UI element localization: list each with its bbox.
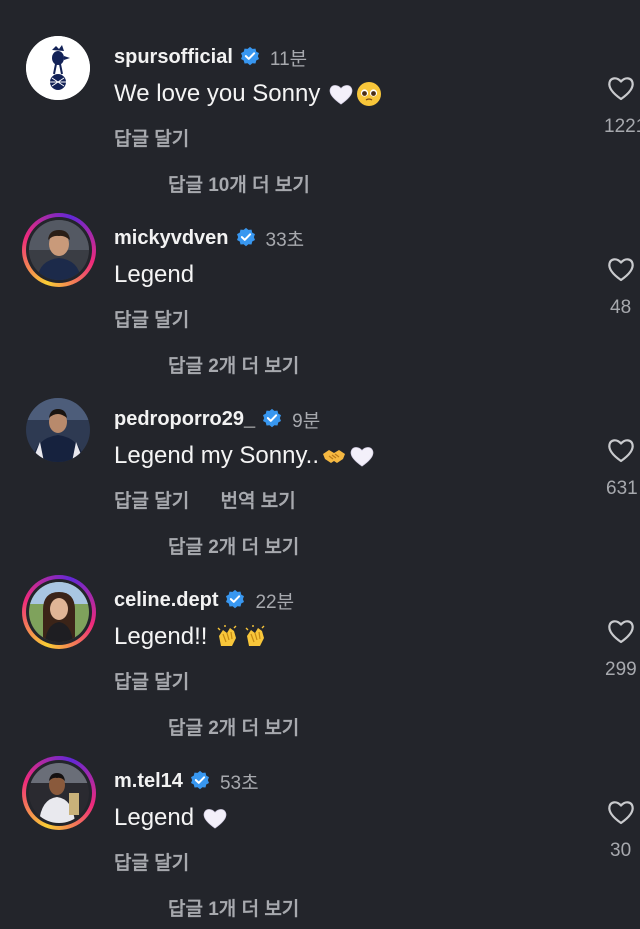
comment-text: Legend!! <box>114 623 269 651</box>
clapping-hands-icon <box>243 624 269 650</box>
avatar[interactable] <box>22 394 96 468</box>
tottenham-crest-icon <box>26 36 90 100</box>
timestamp: 11분 <box>269 48 308 70</box>
avatar[interactable] <box>22 32 96 106</box>
like-count: 299 <box>605 659 637 680</box>
like-button[interactable] <box>606 798 636 826</box>
comment-item: m.tel14 53초 Legend 답글 달기 답글 1개 더 보기 30 <box>0 748 640 929</box>
see-translation-button[interactable]: 번역 보기 <box>220 491 295 512</box>
heart-icon <box>608 801 634 825</box>
heart-icon <box>608 258 634 282</box>
timestamp: 9분 <box>292 410 321 432</box>
comment-item: pedroporro29_ 9분 Legend my Sonny.. 답글 달기… <box>0 386 640 567</box>
heart-icon <box>608 439 634 463</box>
avatar[interactable] <box>22 213 96 287</box>
comment-item: celine.dept 22분 Legend!! 답글 달기 답글 2개 더 보… <box>0 567 640 748</box>
comment-text: Legend my Sonny.. <box>114 442 375 470</box>
view-more-replies-button[interactable]: 답글 10개 더 보기 <box>168 170 310 197</box>
verified-badge-icon <box>224 589 246 611</box>
comment-item: spursofficial 11분 We love you Sonny 답글 달… <box>0 24 640 205</box>
avatar[interactable] <box>22 756 96 830</box>
comment-body: Legend my Sonny.. <box>114 442 320 469</box>
white-heart-icon <box>328 81 354 107</box>
verified-badge-icon <box>261 408 283 430</box>
reply-button[interactable]: 답글 달기 <box>114 672 189 693</box>
like-count: 30 <box>610 840 632 861</box>
comment-body: Legend!! <box>114 623 208 650</box>
comment-body: Legend <box>114 261 195 288</box>
username[interactable]: pedroporro29_ <box>114 408 255 431</box>
heart-icon <box>608 77 634 101</box>
verified-badge-icon <box>239 46 261 68</box>
view-more-replies-button[interactable]: 답글 2개 더 보기 <box>168 713 299 740</box>
reply-button[interactable]: 답글 달기 <box>114 310 189 331</box>
comment-item: mickyvdven 33초 Legend 답글 달기 답글 2개 더 보기 4… <box>0 205 640 386</box>
comment-text: Legend <box>114 804 228 832</box>
username[interactable]: mickyvdven <box>114 227 229 250</box>
username[interactable]: spursofficial <box>114 46 233 69</box>
view-more-replies-button[interactable]: 답글 1개 더 보기 <box>168 894 299 921</box>
reply-button[interactable]: 답글 달기 <box>114 491 189 512</box>
comment-body: Legend <box>114 804 195 831</box>
comment-text: We love you Sonny <box>114 80 382 108</box>
like-count: 631 <box>606 478 638 499</box>
profile-photo <box>29 220 89 280</box>
timestamp: 53초 <box>219 772 259 794</box>
like-count: 1221 <box>604 116 640 137</box>
reply-button[interactable]: 답글 달기 <box>114 853 189 874</box>
heart-icon <box>608 620 634 644</box>
timestamp: 33초 <box>265 229 305 251</box>
username[interactable]: celine.dept <box>114 589 218 612</box>
view-more-replies-button[interactable]: 답글 2개 더 보기 <box>168 351 299 378</box>
white-heart-icon <box>349 443 375 469</box>
like-count: 48 <box>610 297 632 318</box>
profile-photo <box>29 582 89 642</box>
view-more-replies-button[interactable]: 답글 2개 더 보기 <box>168 532 299 559</box>
profile-photo <box>26 398 90 462</box>
username[interactable]: m.tel14 <box>114 770 183 793</box>
pleading-face-icon <box>356 81 382 107</box>
clapping-hands-icon <box>215 624 241 650</box>
profile-photo <box>29 763 89 823</box>
like-button[interactable] <box>606 74 636 102</box>
timestamp: 22분 <box>255 591 295 613</box>
like-button[interactable] <box>606 436 636 464</box>
reply-button[interactable]: 답글 달기 <box>114 129 189 150</box>
comment-body: We love you Sonny <box>114 80 321 107</box>
like-button[interactable] <box>606 617 636 645</box>
avatar[interactable] <box>22 575 96 649</box>
like-button[interactable] <box>606 255 636 283</box>
verified-badge-icon <box>235 227 257 249</box>
handshake-icon <box>321 443 347 469</box>
white-heart-icon <box>202 805 228 831</box>
comment-text: Legend <box>114 261 194 289</box>
verified-badge-icon <box>189 770 211 792</box>
